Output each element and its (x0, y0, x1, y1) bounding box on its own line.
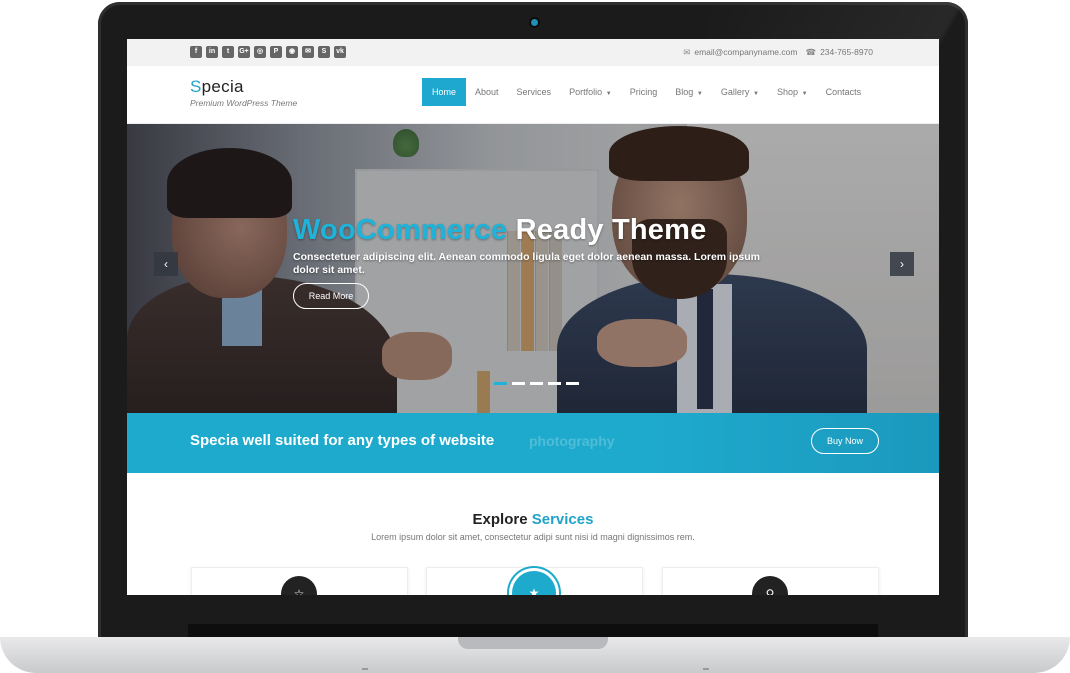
phone-contact[interactable]: ☎ 234-765-8970 (805, 47, 873, 58)
menu-item-label: Contacts (825, 87, 862, 97)
instagram-icon[interactable]: ◎ (254, 46, 266, 58)
hero-slider: WooCommerce Ready Theme Consectetuer adi… (127, 124, 939, 413)
hero-title: WooCommerce Ready Theme (293, 214, 706, 247)
social-icons: f in t G+ ◎ P ◉ ✉ Svk (190, 46, 346, 58)
main-menu: Home About Services Portfolio ▼ Pricing Blog … (422, 78, 870, 106)
email-contact[interactable]: ✉ email@companyname.com (683, 47, 797, 58)
envelope-icon: ✉ (683, 47, 691, 57)
slider-prev-button[interactable]: ‹ (154, 252, 178, 276)
screen: f in t G+ ◎ P ◉ ✉ Svk ✉ email@companyname.com ☎ 23… (127, 39, 939, 595)
laptop-foot-right (703, 668, 709, 670)
main-navbar: Specia Premium WordPress Theme Home About… (127, 66, 939, 124)
menu-item-portfolio[interactable]: Portfolio ▼ (560, 78, 621, 106)
slider-next-button[interactable]: › (890, 252, 914, 276)
callout-band: Specia well suited for any types of webs… (127, 413, 939, 473)
skype-icon[interactable]: S (318, 46, 330, 58)
slider-dot[interactable] (566, 382, 579, 385)
menu-item-label: Blog (675, 87, 694, 97)
dribbble-icon[interactable]: ◉ (286, 46, 298, 58)
contact-info: ✉ email@companyname.com ☎ 234-765-8970 (683, 47, 873, 58)
skype-alt-icon[interactable]: ✉ (302, 46, 314, 58)
read-more-button[interactable]: Read More (293, 283, 369, 309)
callout-ghost-text: photography (529, 433, 615, 449)
menu-item-shop[interactable]: Shop ▼ (768, 78, 817, 106)
chevron-right-icon: › (900, 257, 904, 271)
caret-down-icon: ▼ (604, 91, 612, 97)
linkedin-icon[interactable]: in (206, 46, 218, 58)
menu-item-label: About (475, 87, 499, 97)
services-title: Explore Services (127, 511, 939, 528)
facebook-icon[interactable]: f (190, 46, 202, 58)
laptop-foot-left (362, 668, 368, 670)
site-brand[interactable]: Specia Premium WordPress Theme (190, 77, 297, 108)
hero-text: Consectetuer adipiscing elit. Aenean com… (293, 251, 760, 276)
menu-item-label: Gallery (720, 87, 750, 97)
site-title: Specia (190, 77, 297, 97)
google-plus-icon[interactable]: G+ (238, 46, 250, 58)
slider-dot[interactable] (548, 382, 561, 385)
slider-dots (494, 382, 579, 385)
menu-item-label: Portfolio (569, 87, 603, 97)
menu-item-services[interactable]: Services (508, 78, 561, 106)
menu-item-about[interactable]: About (466, 78, 508, 106)
site-title-first-letter: S (190, 77, 202, 96)
services-title-plain: Explore (472, 511, 532, 528)
chevron-left-icon: ‹ (164, 257, 168, 271)
lid-bezel-bottom (188, 624, 878, 638)
vk-icon[interactable]: vk (334, 46, 346, 58)
menu-item-label: Services (516, 87, 552, 97)
site-tagline: Premium WordPress Theme (190, 98, 298, 108)
menu-item-label: Home (432, 87, 457, 97)
top-bar: f in t G+ ◎ P ◉ ✉ Svk ✉ email@companyname.com ☎ 23… (127, 39, 939, 67)
caret-down-icon: ▼ (800, 91, 808, 97)
slider-dot[interactable] (530, 382, 543, 385)
callout-text: Specia well suited for any types of webs… (190, 432, 495, 449)
camera-dot (531, 19, 538, 26)
site-title-rest: pecia (201, 77, 244, 96)
slider-dot[interactable] (494, 382, 507, 385)
caret-down-icon: ▼ (751, 91, 759, 97)
slider-dot[interactable] (512, 382, 525, 385)
menu-item-blog[interactable]: Blog ▼ (666, 78, 712, 106)
caret-down-icon: ▼ (695, 91, 703, 97)
menu-item-label: Shop (776, 87, 798, 97)
callout-bg (647, 413, 939, 473)
menu-item-label: Pricing (629, 87, 658, 97)
phone-text: 234-765-8970 (820, 47, 873, 57)
menu-item-contacts[interactable]: Contacts (817, 78, 871, 106)
pinterest-icon[interactable]: P (270, 46, 282, 58)
menu-item-gallery[interactable]: Gallery ▼ (712, 78, 768, 106)
menu-item-pricing[interactable]: Pricing (621, 78, 667, 106)
email-text: email@companyname.com (694, 47, 798, 57)
buy-now-button[interactable]: Buy Now (811, 428, 879, 454)
hero-title-accent: WooCommerce (293, 214, 508, 246)
menu-item-home[interactable]: Home (422, 78, 467, 106)
laptop-base-notch (458, 637, 608, 649)
services-title-accent: Services (531, 511, 594, 528)
phone-icon: ☎ (805, 47, 817, 57)
services-subtitle: Lorem ipsum dolor sit amet, consectetur … (371, 532, 695, 542)
hero-title-rest: Ready Theme (507, 214, 707, 246)
twitter-icon[interactable]: t (222, 46, 234, 58)
